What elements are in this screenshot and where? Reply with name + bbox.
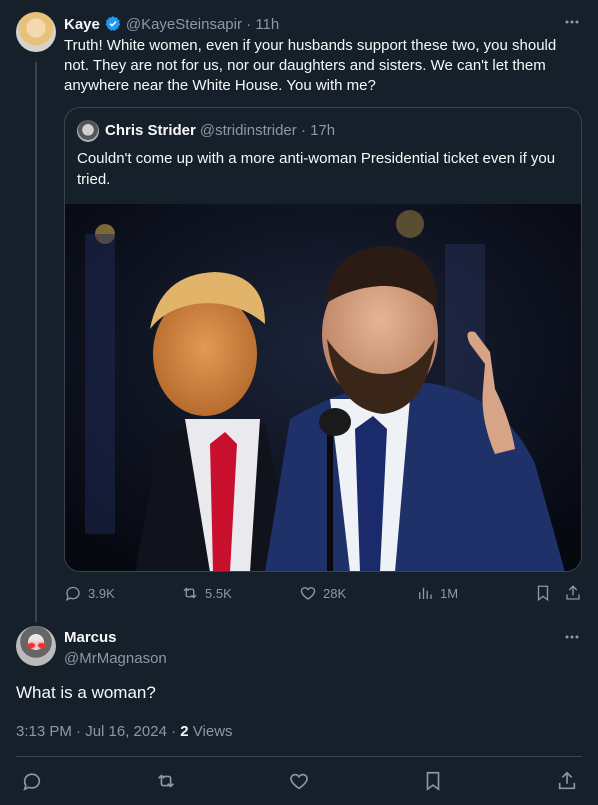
quoted-author-name[interactable]: Chris Strider <box>105 122 196 139</box>
like-count: 28K <box>323 585 347 601</box>
glowing-eye <box>38 643 45 648</box>
like-button[interactable] <box>288 770 310 792</box>
like-button[interactable]: 28K <box>299 584 346 602</box>
repost-icon <box>183 587 197 599</box>
more-dots-icon[interactable] <box>564 14 580 30</box>
reply-author-name[interactable]: Marcus <box>64 629 117 646</box>
tweet-text: Truth! White women, even if your husband… <box>64 37 557 94</box>
bookmark-button[interactable] <box>534 584 552 602</box>
repost-count: 5.5K <box>205 585 232 601</box>
share-icon <box>566 585 580 600</box>
reply-icon <box>23 773 41 791</box>
reply-tweet-text: What is a woman? <box>16 683 156 702</box>
analytics-icon <box>419 587 432 599</box>
share-button[interactable] <box>556 770 578 792</box>
share-button[interactable] <box>564 584 582 602</box>
glowing-eye <box>28 643 35 648</box>
repost-button[interactable]: 5.5K <box>181 584 232 602</box>
verified-badge-icon[interactable] <box>104 15 122 33</box>
reply-button[interactable]: 3.9K <box>64 584 115 602</box>
views-count: 1M <box>440 585 459 601</box>
quoted-tweet-header: Chris Strider @stridinstrider · 17h <box>105 122 335 139</box>
reply-author-avatar[interactable] <box>16 626 56 666</box>
dot-separator: · <box>241 15 256 33</box>
bookmark-icon <box>537 585 549 602</box>
bookmark-icon <box>426 771 440 791</box>
tweet-timestamp[interactable]: 3:13 PM · Jul 16, 2024 · <box>16 723 176 740</box>
author-handle[interactable]: @KayeSteinsapir <box>126 16 242 33</box>
dot-separator: · <box>296 122 311 139</box>
tweet-time[interactable]: 11h <box>255 16 279 33</box>
reply-count: 3.9K <box>88 585 115 601</box>
repost-button[interactable] <box>155 770 177 792</box>
quoted-tweet-time[interactable]: 17h <box>310 122 335 139</box>
author-name[interactable]: Kaye <box>64 16 100 33</box>
reply-action-bar <box>0 770 598 794</box>
views-button[interactable]: 1M <box>416 584 458 602</box>
share-icon <box>558 771 576 790</box>
quoted-tweet-photo[interactable] <box>65 204 581 571</box>
thread-connector-line <box>35 62 37 622</box>
repost-icon <box>158 774 174 788</box>
reply-button[interactable] <box>21 770 43 792</box>
author-avatar[interactable] <box>16 12 56 52</box>
views-count: 2 <box>180 723 189 740</box>
reply-author-handle[interactable]: @MrMagnason <box>64 650 167 667</box>
reply-icon <box>65 586 80 602</box>
quoted-tweet-card[interactable]: Chris Strider @stridinstrider · 17h Coul… <box>64 107 582 572</box>
bookmark-button[interactable] <box>422 770 444 792</box>
tweet-meta: 3:13 PM · Jul 16, 2024 · 2 Views <box>16 723 233 740</box>
divider <box>16 756 582 757</box>
quoted-author-handle[interactable]: @stridinstrider <box>200 122 297 139</box>
quoted-tweet-text: Couldn't come up with a more anti-woman … <box>77 150 556 188</box>
quoted-author-avatar[interactable] <box>77 120 99 142</box>
heart-icon <box>300 587 316 600</box>
heart-icon <box>290 773 308 790</box>
views-label: Views <box>192 723 233 740</box>
tweet-header: Kaye @KayeSteinsapir · 11h <box>64 14 582 34</box>
more-dots-icon[interactable] <box>564 629 580 645</box>
tweet-action-bar: 3.9K 5.5K 28K 1M <box>64 584 586 606</box>
